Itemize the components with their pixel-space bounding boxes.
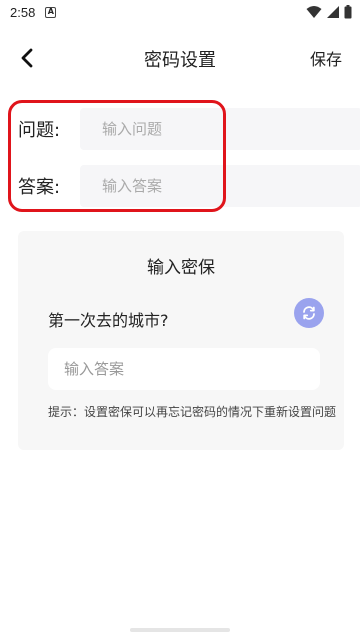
- home-indicator[interactable]: [130, 628, 230, 632]
- status-icons: [306, 5, 352, 19]
- save-button[interactable]: 保存: [310, 46, 342, 70]
- battery-icon: [344, 5, 352, 19]
- app-header: 密码设置 保存: [0, 36, 360, 80]
- refresh-question-button[interactable]: [294, 298, 324, 328]
- hint-text: 提示：设置密保可以再忘记密码的情况下重新设置问题: [48, 405, 337, 419]
- refresh-icon: [303, 306, 315, 320]
- status-time: 2:58: [10, 4, 36, 20]
- security-question-card: 输入密保 第一次去的城市? 提示：设置密保可以再忘记密码的情况下重新设置问题: [18, 231, 344, 450]
- security-answer-input[interactable]: [48, 348, 320, 390]
- status-bar: 2:58 A: [0, 0, 360, 24]
- page-title: 密码设置: [144, 50, 216, 71]
- app-notification-icon: A: [45, 6, 57, 18]
- highlight-annotation: [8, 100, 226, 212]
- wifi-icon: [306, 6, 322, 18]
- card-title: 输入密保: [147, 258, 215, 278]
- security-question-text: 第一次去的城市?: [48, 311, 169, 330]
- cellular-icon: [327, 6, 339, 18]
